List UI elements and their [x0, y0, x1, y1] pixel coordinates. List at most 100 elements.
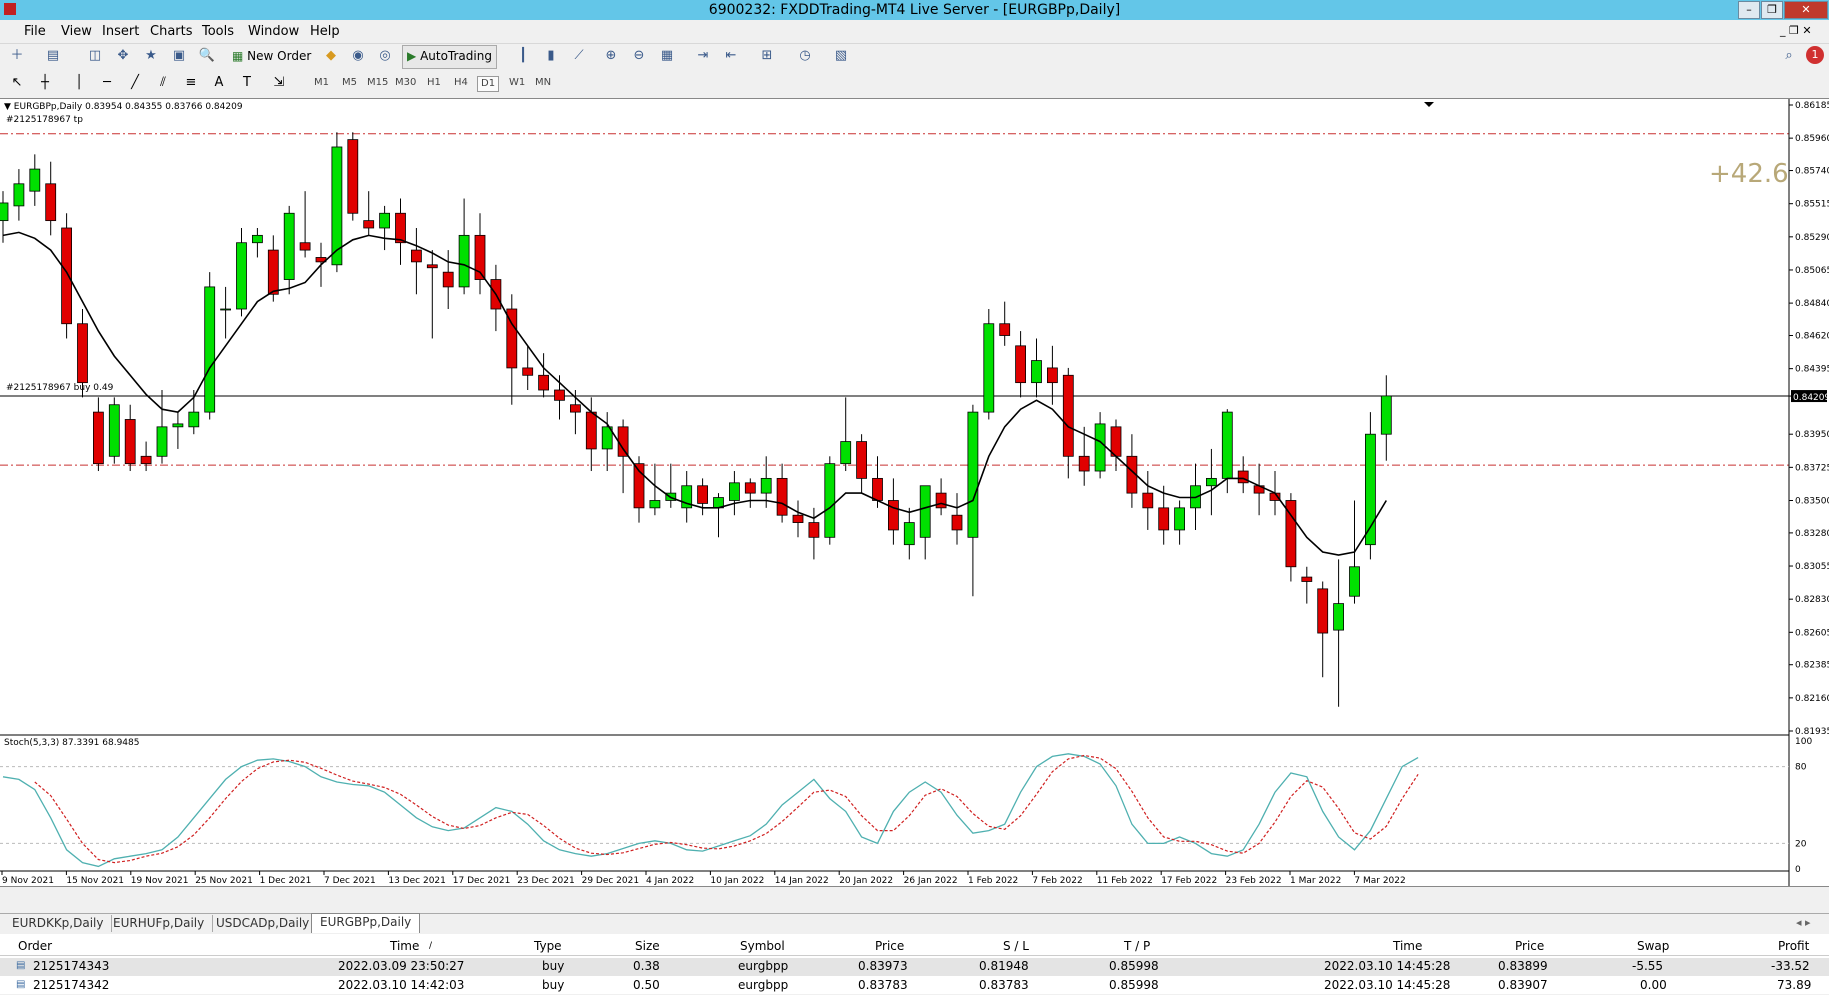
bull-candle — [458, 234, 470, 288]
current-price-label: 0.84209 — [1793, 393, 1829, 403]
notification-badge[interactable]: 1 — [1806, 46, 1824, 64]
tile-windows-icon[interactable]: ▦ — [656, 46, 678, 66]
bar-chart-icon[interactable]: ┃ — [512, 46, 534, 66]
timeframe-mn[interactable]: MN — [535, 76, 551, 90]
menu-help[interactable]: Help — [310, 24, 340, 39]
menu-tools[interactable]: Tools — [202, 24, 234, 39]
bull-candle — [983, 323, 995, 413]
terminal-icon[interactable]: ▣ — [168, 46, 190, 66]
periods-icon[interactable]: ◷ — [794, 46, 816, 66]
timeframe-m1[interactable]: M1 — [314, 76, 329, 90]
strategy-tester-icon[interactable]: 🔍 — [196, 46, 218, 66]
col-close-time[interactable]: Time — [1393, 939, 1422, 953]
tab-scroll-arrows[interactable]: ◂ ▸ — [1796, 916, 1811, 929]
col-symbol[interactable]: Symbol — [740, 939, 785, 953]
col-tp[interactable]: T / P — [1124, 939, 1150, 953]
bull-candle — [283, 212, 295, 280]
arrows-icon[interactable]: ⇲ — [268, 73, 290, 93]
text-label-icon[interactable]: T — [236, 73, 258, 93]
close-button[interactable]: ✕ — [1784, 1, 1828, 19]
tab-eurgbpp[interactable]: EURGBPp,Daily — [311, 913, 421, 933]
bear-candle — [410, 249, 422, 263]
chart-menu-icon[interactable]: ▼ — [4, 102, 14, 112]
timeframe-m5[interactable]: M5 — [342, 76, 357, 90]
menu-view[interactable]: View — [61, 24, 92, 39]
data-window-icon[interactable]: ✥ — [112, 46, 134, 66]
vertical-line-icon[interactable]: │ — [68, 73, 90, 93]
tab-usdcadp[interactable]: USDCADp,Daily — [208, 915, 319, 932]
date-tick-label: 23 Dec 2021 — [517, 876, 575, 886]
col-size[interactable]: Size — [635, 939, 660, 953]
child-window-controls[interactable]: _ ❐ ✕ — [1780, 24, 1812, 37]
menu-charts[interactable]: Charts — [150, 24, 193, 39]
bull-candle — [1380, 395, 1392, 435]
bear-candle — [1015, 345, 1026, 384]
line-chart-icon[interactable]: ⟋ — [568, 46, 590, 66]
tab-eurhufp[interactable]: EURHUFp,Daily — [105, 915, 214, 932]
market-watch-icon[interactable]: ◫ — [84, 46, 106, 66]
timeframe-w1[interactable]: W1 — [509, 76, 525, 90]
bull-candle — [919, 485, 931, 538]
bear-candle — [1301, 576, 1313, 582]
tab-eurdkkp[interactable]: EURDKKp,Daily — [4, 915, 113, 932]
zoom-in-icon[interactable]: ⊕ — [600, 46, 622, 66]
bull-candle — [1031, 360, 1042, 384]
minimize-button[interactable]: – — [1738, 1, 1760, 19]
stoch-tick-label: 20 — [1795, 839, 1807, 849]
bear-candle — [1062, 374, 1074, 457]
col-type[interactable]: Type — [534, 939, 562, 953]
new-chart-icon[interactable]: ＋ — [6, 46, 28, 66]
bull-candle — [1206, 477, 1217, 487]
price-tick-label: 0.82830 — [1795, 595, 1829, 605]
chart-window[interactable]: 0.86185 0.85960 0.85740 0.85515 0.85290 0.850… — [0, 98, 1829, 887]
menu-file[interactable]: File — [24, 24, 46, 39]
price-chart[interactable]: 0.86185 0.85960 0.85740 0.85515 0.85290 0.850… — [0, 99, 1829, 886]
autoscroll-icon[interactable]: ⇥ — [692, 46, 714, 66]
table-row[interactable]: ▤ 2125174343 2022.03.09 23:50:27 buy 0.3… — [0, 958, 1829, 976]
stoch-signal-line — [34, 754, 1419, 864]
date-tick-label: 7 Feb 2022 — [1032, 876, 1082, 886]
autotrading-button[interactable]: ▶ AutoTrading — [402, 45, 497, 69]
zoom-out-icon[interactable]: ⊖ — [628, 46, 650, 66]
templates-icon[interactable]: ▧ — [830, 46, 852, 66]
col-swap[interactable]: Swap — [1637, 939, 1669, 953]
new-order-button[interactable]: ▦ New Order — [232, 46, 311, 66]
market-icon[interactable]: ◉ — [347, 46, 369, 66]
metaeditor-icon[interactable]: ◆ — [320, 46, 342, 66]
search-icon[interactable]: ⌕ — [1778, 46, 1800, 66]
signals-icon[interactable]: ◎ — [374, 46, 396, 66]
candlestick-icon[interactable]: ▮ — [540, 46, 562, 66]
type: buy — [542, 959, 565, 973]
indicators-icon[interactable]: ⊞ — [756, 46, 778, 66]
menu-insert[interactable]: Insert — [102, 24, 139, 39]
table-row[interactable]: ▤ 2125174342 2022.03.10 14:42:03 buy 0.5… — [0, 977, 1829, 995]
col-price[interactable]: Price — [875, 939, 904, 953]
col-profit[interactable]: Profit — [1778, 939, 1809, 953]
timeframe-m30[interactable]: M30 — [395, 76, 416, 90]
horizontal-line-icon[interactable]: ─ — [96, 73, 118, 93]
bear-candle — [538, 374, 549, 391]
order-id: 2125174343 — [33, 959, 110, 973]
timeframe-h4[interactable]: H4 — [454, 76, 468, 90]
channel-icon[interactable]: ⫽ — [152, 73, 174, 93]
timeframe-d1[interactable]: D1 — [477, 76, 500, 92]
crosshair-icon[interactable]: ┼ — [34, 73, 56, 93]
tp-label: #2125178967 tp — [6, 115, 83, 125]
col-open-time[interactable]: Time — [390, 939, 419, 953]
buy-label: #2125178967 buy 0.49 — [6, 383, 114, 393]
text-icon[interactable]: A — [208, 73, 230, 93]
trendline-icon[interactable]: ╱ — [124, 73, 146, 93]
timeframe-h1[interactable]: H1 — [427, 76, 441, 90]
profiles-icon[interactable]: ▤ — [42, 46, 64, 66]
cursor-icon[interactable]: ↖ — [6, 73, 28, 93]
chart-shift-icon[interactable]: ⇤ — [720, 46, 742, 66]
navigator-icon[interactable]: ★ — [140, 46, 162, 66]
col-sl[interactable]: S / L — [1003, 939, 1029, 953]
restore-button[interactable]: ❐ — [1761, 1, 1783, 19]
fibonacci-icon[interactable]: ≡ — [180, 73, 202, 93]
bull-candle — [251, 234, 263, 244]
col-order[interactable]: Order — [18, 939, 52, 953]
menu-window[interactable]: Window — [248, 24, 299, 39]
col-close-price[interactable]: Price — [1515, 939, 1544, 953]
timeframe-m15[interactable]: M15 — [367, 76, 388, 90]
